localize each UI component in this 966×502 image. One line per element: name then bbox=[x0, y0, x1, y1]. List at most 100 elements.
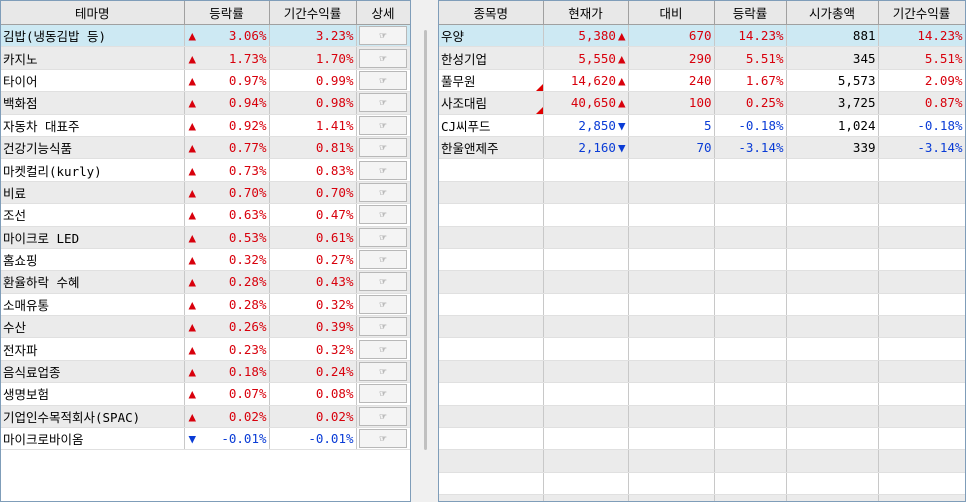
theme-row[interactable]: 건강기능식품 ▲ 0.77% 0.81% ☞ bbox=[1, 136, 410, 160]
theme-name[interactable]: 환율하락 수혜 bbox=[1, 270, 185, 294]
empty-cell bbox=[628, 248, 715, 272]
theme-row[interactable]: 카지노 ▲ 1.73% 1.70% ☞ bbox=[1, 46, 410, 70]
theme-change-rate: ▲ 3.06% bbox=[184, 24, 270, 48]
stock-row[interactable]: 한성기업 ▲ 5,550 290 5.51% 345 5.51% bbox=[439, 46, 965, 70]
theme-detail-button[interactable]: ☞ bbox=[359, 26, 407, 46]
theme-name[interactable]: 기업인수목적회사(SPAC) bbox=[1, 405, 185, 429]
theme-detail-button[interactable]: ☞ bbox=[359, 160, 407, 180]
theme-row[interactable]: 마이크로 LED ▲ 0.53% 0.61% ☞ bbox=[1, 226, 410, 249]
stock-name[interactable]: 풀무원 bbox=[439, 69, 544, 93]
theme-name[interactable]: 소매유통 bbox=[1, 293, 185, 317]
empty-cell bbox=[628, 472, 715, 496]
theme-row[interactable]: 홈쇼핑 ▲ 0.32% 0.27% ☞ bbox=[1, 248, 410, 272]
theme-detail-cell: ☞ bbox=[356, 315, 410, 339]
theme-row[interactable]: 음식료업종 ▲ 0.18% 0.24% ☞ bbox=[1, 360, 410, 384]
empty-cell bbox=[628, 226, 715, 249]
stock-name[interactable]: 우양 bbox=[439, 24, 544, 48]
theme-detail-button[interactable]: ☞ bbox=[359, 138, 407, 158]
theme-change-rate-value: 0.23% bbox=[228, 341, 267, 357]
stock-name[interactable]: 사조대림 bbox=[439, 91, 544, 115]
theme-detail-button[interactable]: ☞ bbox=[359, 205, 407, 225]
theme-name[interactable]: 마이크로 LED bbox=[1, 226, 185, 249]
theme-detail-button[interactable]: ☞ bbox=[359, 48, 407, 68]
theme-name[interactable]: 건강기능식품 bbox=[1, 136, 185, 160]
theme-name[interactable]: 생명보험 bbox=[1, 382, 185, 406]
theme-period-return: 0.81% bbox=[269, 136, 357, 160]
theme-row[interactable]: 전자파 ▲ 0.23% 0.32% ☞ bbox=[1, 337, 410, 361]
memo-icon: ☞ bbox=[379, 118, 387, 132]
empty-cell bbox=[439, 203, 544, 227]
theme-row[interactable]: 김밥(냉동김밥 등) ▲ 3.06% 3.23% ☞ bbox=[1, 24, 410, 48]
col-rate[interactable]: 등락률 bbox=[714, 1, 787, 25]
col-market-cap[interactable]: 시가총액 bbox=[786, 1, 879, 25]
col-period-return[interactable]: 기간수익률 bbox=[878, 1, 965, 25]
memo-icon: ☞ bbox=[379, 29, 387, 43]
theme-row[interactable]: 수산 ▲ 0.26% 0.39% ☞ bbox=[1, 315, 410, 339]
theme-name[interactable]: 마켓컬리(kurly) bbox=[1, 158, 185, 182]
col-detail[interactable]: 상세 bbox=[356, 1, 410, 25]
theme-name[interactable]: 음식료업종 bbox=[1, 360, 185, 384]
theme-row[interactable]: 소매유통 ▲ 0.28% 0.32% ☞ bbox=[1, 293, 410, 317]
stock-table: 종목명 현재가 대비 등락률 시가총액 기간수익률 우양 ▲ 5,380 670 14.… bbox=[439, 1, 965, 501]
stock-row[interactable]: 사조대림 ▲ 40,650 100 0.25% 3,725 0.87% bbox=[439, 91, 965, 115]
theme-name[interactable]: 김밥(냉동김밥 등) bbox=[1, 24, 185, 48]
theme-row[interactable]: 마켓컬리(kurly) ▲ 0.73% 0.83% ☞ bbox=[1, 158, 410, 182]
theme-name[interactable]: 마이크로바이옴 bbox=[1, 427, 185, 451]
stock-row[interactable]: 풀무원 ▲ 14,620 240 1.67% 5,573 2.09% bbox=[439, 69, 965, 93]
theme-detail-button[interactable]: ☞ bbox=[359, 93, 407, 113]
stock-name[interactable]: CJ씨푸드 bbox=[439, 114, 544, 137]
col-period-return[interactable]: 기간수익률 bbox=[269, 1, 357, 25]
theme-detail-button[interactable]: ☞ bbox=[359, 115, 407, 135]
theme-name[interactable]: 타이어 bbox=[1, 69, 185, 93]
theme-detail-button[interactable]: ☞ bbox=[359, 227, 407, 247]
theme-row[interactable]: 백화점 ▲ 0.94% 0.98% ☞ bbox=[1, 91, 410, 115]
stock-name[interactable]: 한울앤제주 bbox=[439, 136, 544, 160]
theme-row[interactable]: 기업인수목적회사(SPAC) ▲ 0.02% 0.02% ☞ bbox=[1, 405, 410, 429]
theme-row[interactable]: 자동차 대표주 ▲ 0.92% 1.41% ☞ bbox=[1, 114, 410, 137]
theme-name[interactable]: 비료 bbox=[1, 181, 185, 205]
theme-name[interactable]: 홈쇼핑 bbox=[1, 248, 185, 272]
theme-row[interactable]: 타이어 ▲ 0.97% 0.99% ☞ bbox=[1, 69, 410, 93]
col-change-rate[interactable]: 등락률 bbox=[184, 1, 270, 25]
theme-name[interactable]: 전자파 bbox=[1, 337, 185, 361]
splitter-handle[interactable] bbox=[424, 30, 427, 450]
theme-name[interactable]: 카지노 bbox=[1, 46, 185, 70]
theme-name[interactable]: 자동차 대표주 bbox=[1, 114, 185, 137]
theme-row[interactable]: 환율하락 수혜 ▲ 0.28% 0.43% ☞ bbox=[1, 270, 410, 294]
col-theme-name[interactable]: 테마명 bbox=[1, 1, 185, 25]
theme-row[interactable]: 비료 ▲ 0.70% 0.70% ☞ bbox=[1, 181, 410, 205]
theme-detail-button[interactable]: ☞ bbox=[359, 250, 407, 270]
theme-detail-button[interactable]: ☞ bbox=[359, 362, 407, 382]
col-stock-name[interactable]: 종목명 bbox=[439, 1, 544, 25]
theme-name[interactable]: 조선 bbox=[1, 203, 185, 227]
stock-rate: 0.25% bbox=[714, 91, 787, 115]
theme-row[interactable]: 마이크로바이옴 ▼ -0.01% -0.01% ☞ bbox=[1, 427, 410, 451]
empty-cell bbox=[543, 293, 629, 317]
theme-detail-button[interactable]: ☞ bbox=[359, 406, 407, 426]
stock-row[interactable]: 우양 ▲ 5,380 670 14.23% 881 14.23% bbox=[439, 24, 965, 48]
theme-row[interactable]: 생명보험 ▲ 0.07% 0.08% ☞ bbox=[1, 382, 410, 406]
stock-name[interactable]: 한성기업 bbox=[439, 46, 544, 70]
theme-detail-button[interactable]: ☞ bbox=[359, 429, 407, 449]
col-current-price[interactable]: 현재가 bbox=[543, 1, 629, 25]
up-arrow-icon: ▲ bbox=[188, 117, 197, 133]
theme-name[interactable]: 백화점 bbox=[1, 91, 185, 115]
theme-detail-button[interactable]: ☞ bbox=[359, 294, 407, 314]
panel-splitter[interactable] bbox=[411, 0, 437, 500]
stock-market-cap: 339 bbox=[786, 136, 879, 160]
theme-detail-button[interactable]: ☞ bbox=[359, 182, 407, 202]
theme-period-return: 0.83% bbox=[269, 158, 357, 182]
theme-name[interactable]: 수산 bbox=[1, 315, 185, 339]
stock-row[interactable]: CJ씨푸드 ▼ 2,850 5 -0.18% 1,024 -0.18% bbox=[439, 114, 965, 137]
up-arrow-icon: ▲ bbox=[188, 408, 197, 424]
theme-detail-button[interactable]: ☞ bbox=[359, 272, 407, 292]
theme-detail-button[interactable]: ☞ bbox=[359, 384, 407, 404]
theme-row[interactable]: 조선 ▲ 0.63% 0.47% ☞ bbox=[1, 203, 410, 227]
col-change[interactable]: 대비 bbox=[628, 1, 715, 25]
theme-detail-button[interactable]: ☞ bbox=[359, 317, 407, 337]
theme-detail-button[interactable]: ☞ bbox=[359, 339, 407, 359]
stock-row[interactable]: 한울앤제주 ▼ 2,160 70 -3.14% 339 -3.14% bbox=[439, 136, 965, 160]
theme-detail-cell: ☞ bbox=[356, 203, 410, 227]
empty-cell bbox=[628, 181, 715, 205]
theme-detail-button[interactable]: ☞ bbox=[359, 70, 407, 90]
